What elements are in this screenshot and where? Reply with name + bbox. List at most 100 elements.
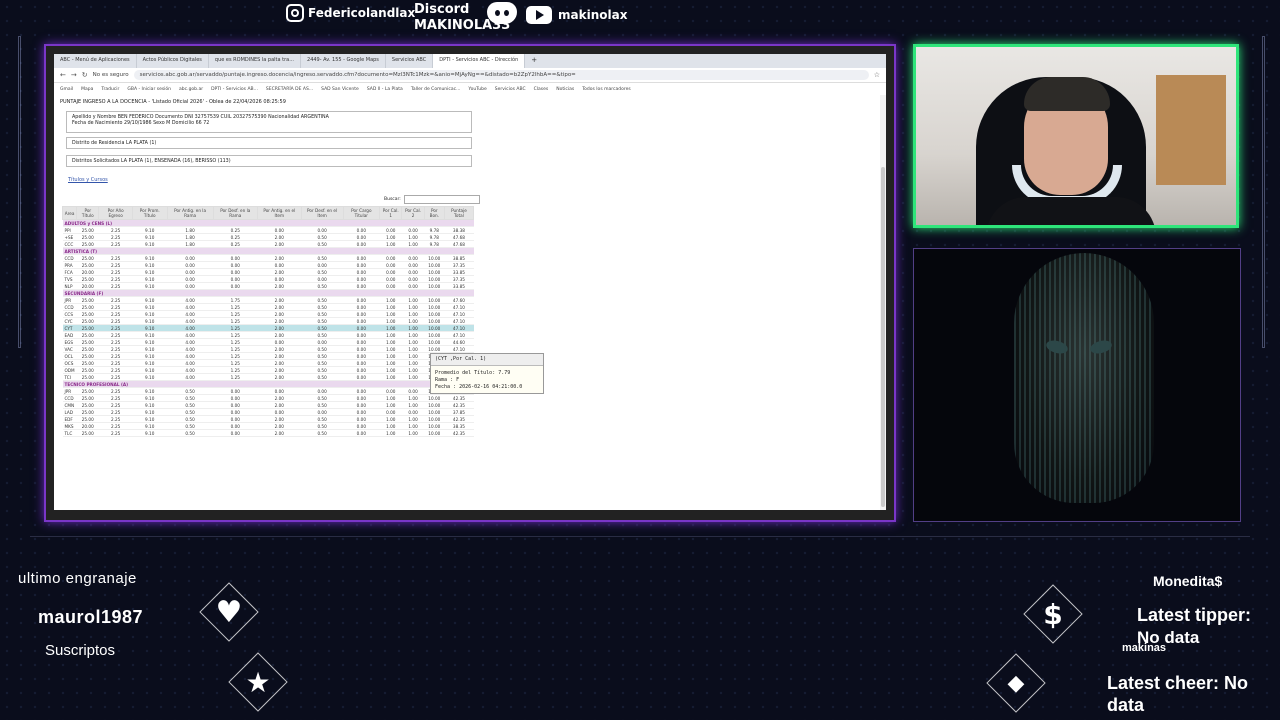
- titles-courses-link[interactable]: Títulos y Cursos: [68, 177, 108, 183]
- column-header[interactable]: Por Antig. en el Item: [256, 206, 302, 220]
- district-text: Distrito de Residencia LA PLATA (1): [72, 141, 157, 146]
- table-row[interactable]: EGS 25.00 2.25 9.10 4.00 1.25 0.00 0.00 0.00 1.00…: [62, 338, 474, 346]
- table-row[interactable]: TCI 25.00 2.25 9.10 4.00 1.25 2.00 0.50 0.00 1.00…: [62, 373, 474, 381]
- table-cell: 25.00: [76, 394, 99, 402]
- table-row[interactable]: CCC 25.00 2.25 9.10 1.80 0.25 2.00 0.50 0.00 1.00…: [62, 240, 474, 248]
- table-cell: 1.25: [213, 359, 258, 367]
- dollar-icon: $: [1043, 597, 1063, 631]
- column-header[interactable]: Por Cal. 1: [379, 206, 403, 220]
- youtube-link[interactable]: makinolax: [526, 6, 627, 24]
- reload-icon[interactable]: ↻: [82, 71, 88, 79]
- column-header[interactable]: Por Prom. Título: [131, 206, 168, 220]
- browser-tab-active[interactable]: DPTI - Servicios ABC - Dirección: [433, 54, 526, 68]
- frame-line-bottom: [30, 536, 1250, 537]
- table-cell: 0.25: [213, 233, 258, 241]
- table-row[interactable]: +SE 25.00 2.25 9.10 1.80 0.25 2.00 0.50 0.00 1.00…: [62, 233, 474, 241]
- table-row[interactable]: CYT 25.00 2.25 9.10 4.00 1.25 2.00 0.50 0.00 1.00…: [62, 324, 474, 332]
- bookmark-item[interactable]: GBA - Iniciar sesión: [127, 87, 171, 92]
- column-header[interactable]: Por Cal. 2: [401, 206, 425, 220]
- table-row[interactable]: CCS 25.00 2.25 9.10 4.00 1.25 2.00 0.50 0.00 1.00…: [62, 310, 474, 318]
- back-icon[interactable]: ←: [60, 71, 66, 79]
- bookmark-item[interactable]: Todos los marcadores: [582, 87, 631, 92]
- column-header[interactable]: Por Desf. en el Item: [300, 206, 344, 220]
- table-cell: 9.10: [132, 268, 168, 276]
- table-cell: 0.50: [167, 408, 214, 416]
- bookmark-item[interactable]: Noticias: [556, 87, 574, 92]
- table-cell: 9.10: [132, 282, 168, 290]
- column-header[interactable]: Por Título: [76, 206, 100, 220]
- table-row[interactable]: PPI 25.00 2.25 9.10 1.80 0.25 0.00 0.00 0.00 0.00…: [62, 226, 474, 234]
- table-row[interactable]: CMN 25.00 2.25 9.10 0.50 0.00 2.00 0.50 0.00 1.00…: [62, 401, 474, 409]
- frame-line-left: [18, 36, 21, 348]
- table-cell: 1.00: [379, 310, 402, 318]
- bookmark-item[interactable]: Gmail: [60, 87, 73, 92]
- table-cell: 1.00: [379, 233, 402, 241]
- table-cell: 2.00: [257, 366, 302, 374]
- browser-tab[interactable]: Servicios ABC: [386, 54, 434, 68]
- table-row[interactable]: CCD 25.00 2.25 9.10 0.00 0.00 2.00 0.50 0.00 0.00…: [62, 254, 474, 262]
- bookmark-star-icon[interactable]: ☆: [874, 71, 880, 79]
- table-row[interactable]: EAD 25.00 2.25 9.10 4.00 1.25 2.00 0.50 0.00 1.00…: [62, 331, 474, 339]
- avatar-panel: [913, 248, 1241, 522]
- table-row[interactable]: NLP 20.00 2.25 9.10 0.00 0.00 2.00 0.50 0.00 0.00…: [62, 282, 474, 290]
- browser-tab[interactable]: que es ROMDINES la palta tra...: [209, 54, 302, 68]
- column-header[interactable]: Por Bon.: [423, 206, 445, 220]
- instagram-link[interactable]: Federicolandlax: [286, 4, 415, 22]
- table-cell: 4.00: [167, 296, 214, 304]
- bookmark-item[interactable]: Traducir: [101, 87, 119, 92]
- table-row[interactable]: VAC 25.00 2.25 9.10 4.00 1.25 2.00 0.50 0.00 1.00…: [62, 345, 474, 353]
- table-cell: 25.00: [76, 317, 99, 325]
- column-header[interactable]: Por Cargo Titular: [342, 206, 381, 220]
- url-field[interactable]: servicios.abc.gob.ar/servaddo/puntaje.in…: [133, 70, 869, 80]
- table-cell: 2.25: [98, 429, 133, 437]
- column-header[interactable]: Area: [61, 206, 78, 220]
- bookmark-item[interactable]: Mapa: [81, 87, 93, 92]
- column-header[interactable]: Por Año Egreso: [98, 206, 133, 220]
- table-cell: 0.00: [343, 268, 380, 276]
- table-row[interactable]: CCD 25.00 2.25 9.10 4.00 1.25 2.00 0.50 0.00 1.00…: [62, 303, 474, 311]
- table-row[interactable]: EDF 25.00 2.25 9.10 0.50 0.00 2.00 0.50 0.00 1.00…: [62, 415, 474, 423]
- table-cell: 1.80: [167, 226, 214, 234]
- table-cell: TLC: [62, 429, 77, 437]
- browser-tab[interactable]: Actos Públicos Digitales: [137, 54, 209, 68]
- table-row[interactable]: TLC 25.00 2.25 9.10 0.50 0.00 2.00 0.50 0.00 1.00…: [62, 429, 474, 437]
- search-label: Buscar:: [384, 197, 401, 202]
- column-header[interactable]: Puntaje Total: [443, 206, 475, 220]
- forward-icon[interactable]: →: [71, 71, 77, 79]
- table-row[interactable]: OCS 25.00 2.25 9.10 4.00 1.25 2.00 0.50 0.00 1.00…: [62, 359, 474, 367]
- table-row[interactable]: ODM 25.00 2.25 9.10 4.00 1.25 2.00 0.50 0.00 1.00…: [62, 366, 474, 374]
- page-scrollbar[interactable]: [880, 95, 886, 510]
- bookmark-item[interactable]: SAD San Vicente: [321, 87, 359, 92]
- table-row[interactable]: CYC 25.00 2.25 9.10 4.00 1.25 2.00 0.50 0.00 1.00…: [62, 317, 474, 325]
- table-row[interactable]: LAD 25.00 2.25 9.10 0.50 0.00 0.00 0.00 0.00 0.00…: [62, 408, 474, 416]
- table-row[interactable]: JPR 25.00 2.25 9.10 4.00 1.75 2.00 0.50 0.00 1.00…: [62, 296, 474, 304]
- table-cell: 9.10: [132, 240, 168, 248]
- browser-tab[interactable]: 2449- Av. 155 - Google Maps: [301, 54, 386, 68]
- table-cell: 2.00: [257, 233, 302, 241]
- column-header[interactable]: Por Desf. en la Rama: [212, 206, 258, 220]
- table-row[interactable]: TVS 25.00 2.25 9.10 0.00 0.00 0.00 0.00 0.00 0.00…: [62, 275, 474, 283]
- bookmark-item[interactable]: abc.gob.ar: [179, 87, 203, 92]
- bookmark-item[interactable]: Servicios ABC: [495, 87, 526, 92]
- new-tab-button[interactable]: +: [525, 54, 543, 68]
- bookmark-item[interactable]: YouTube: [468, 87, 486, 92]
- bookmark-item[interactable]: DPTI - Servicios AB...: [211, 87, 258, 92]
- bookmark-item[interactable]: SAD II - La Plata: [367, 87, 403, 92]
- table-row[interactable]: OCL 25.00 2.25 9.10 4.00 1.25 2.00 0.50 0.00 1.00…: [62, 352, 474, 360]
- security-indicator[interactable]: No es seguro: [93, 72, 129, 78]
- scrollbar-thumb[interactable]: [881, 167, 885, 507]
- table-cell: 0.00: [213, 282, 258, 290]
- table-row[interactable]: JPR 25.00 2.25 9.10 0.50 0.00 0.00 0.00 0.00 0.00…: [62, 387, 474, 395]
- table-row[interactable]: FCA 20.00 2.25 9.10 0.00 0.00 2.00 0.50 0.00 0.00…: [62, 268, 474, 276]
- bookmark-item[interactable]: Taller de Comunicac...: [411, 87, 461, 92]
- table-row[interactable]: PRA 25.00 2.25 9.10 0.00 0.00 0.00 0.00 0.00 0.00…: [62, 261, 474, 269]
- table-cell: 1.00: [379, 429, 402, 437]
- table-cell: 4.00: [167, 338, 214, 346]
- search-input[interactable]: [403, 195, 480, 204]
- table-row[interactable]: MKS 20.00 2.25 9.10 0.50 0.00 2.00 0.50 0.00 1.00…: [62, 422, 474, 430]
- bookmark-item[interactable]: SECRETARÍA DE AS...: [266, 87, 313, 92]
- table-row[interactable]: CCD 25.00 2.25 9.10 0.50 0.00 2.00 0.50 0.00 1.00…: [62, 394, 474, 402]
- bookmark-item[interactable]: Clases: [534, 87, 549, 92]
- browser-tab[interactable]: ABC - Menú de Aplicaciones: [54, 54, 137, 68]
- column-header[interactable]: Por Antig. en la Rama: [166, 206, 214, 220]
